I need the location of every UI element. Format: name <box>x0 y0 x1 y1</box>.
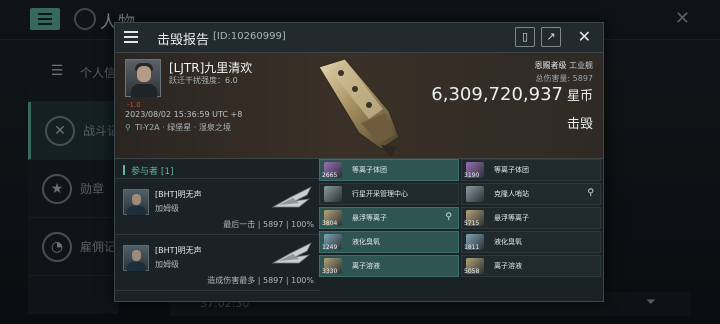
item-name: 等离子体团 <box>352 166 387 174</box>
item-name: 离子溶液 <box>352 262 380 270</box>
attacker-row[interactable]: [BHT]明无声 加姆级 造成伤害最多 | 5897 | 100% <box>115 237 320 291</box>
security-status: -1.0 <box>127 101 141 109</box>
item-row[interactable]: 3190 等离子体团 <box>461 159 601 181</box>
kill-id[interactable]: [ID:10260999] <box>213 31 286 42</box>
item-quantity: 5715 <box>464 220 480 227</box>
item-quantity: 2665 <box>322 172 338 179</box>
item-row[interactable]: 5058 离子溶液 <box>461 255 601 277</box>
item-location-icon: ⚲ <box>445 212 452 222</box>
attacker-name: [BHT]明无声 <box>155 246 202 255</box>
attacker-row[interactable]: [BHT]明无声 加姆级 最后一击 | 5897 | 100% <box>115 181 320 235</box>
victim-warp-strength: 跃迁干扰强度：6.0 <box>169 76 238 85</box>
attacker-stats: 造成伤害最多 | 5897 | 100% <box>207 276 314 285</box>
item-row[interactable]: 1811 液化臭氧 <box>461 231 601 253</box>
item-quantity: 1811 <box>464 244 480 251</box>
item-icon <box>466 186 484 202</box>
attacker-ship: 加姆级 <box>155 260 179 269</box>
item-row[interactable]: 行星开采管理中心 <box>319 183 459 205</box>
item-row[interactable]: 3804 悬浮等离子 ⚲ <box>319 207 459 229</box>
item-row[interactable]: 1249 液化臭氧 <box>319 231 459 253</box>
item-name: 行星开采管理中心 <box>352 190 408 198</box>
kill-timestamp: 2023/08/02 15:36:59 UTC +8 <box>125 110 243 119</box>
attacker-stats: 最后一击 | 5897 | 100% <box>223 220 314 229</box>
attacker-ship-image <box>271 186 312 208</box>
attacker-portrait[interactable] <box>123 245 149 271</box>
item-name: 悬浮等离子 <box>494 214 529 222</box>
total-damage: 总伤害量: 5897 <box>535 74 593 83</box>
attacker-name: [BHT]明无声 <box>155 190 202 199</box>
clipboard-icon[interactable]: ▯ <box>515 27 535 47</box>
item-name: 等离子体团 <box>494 166 529 174</box>
victim-ship-image[interactable] <box>311 53 405 159</box>
kill-result: 击毁 <box>566 117 593 132</box>
share-icon[interactable]: ↗ <box>541 27 561 47</box>
ship-class: 恩赐者级 工业舰 <box>534 61 593 70</box>
modal-header: 击毁报告 [ID:10260999] ▯ ↗ ✕ <box>115 23 603 53</box>
victim-portrait[interactable] <box>125 59 161 97</box>
victim-name[interactable]: [LJTR]九里清欢 <box>169 59 252 76</box>
item-quantity: 3190 <box>464 172 480 179</box>
location-pin-icon: ⚲ <box>125 123 131 132</box>
attacker-portrait[interactable] <box>123 189 149 215</box>
item-name: 液化臭氧 <box>494 238 522 246</box>
item-name: 悬浮等离子 <box>352 214 387 222</box>
item-name: 克隆人哨站 <box>494 190 529 198</box>
item-quantity: 1249 <box>322 244 338 251</box>
item-name: 离子溶液 <box>494 262 522 270</box>
item-row[interactable]: 克隆人哨站 ⚲ <box>461 183 601 205</box>
item-row[interactable]: 2665 等离子体团 <box>319 159 459 181</box>
item-row[interactable]: 5715 悬浮等离子 <box>461 207 601 229</box>
item-quantity: 3330 <box>322 268 338 275</box>
item-location-icon: ⚲ <box>587 188 594 198</box>
item-quantity: 5058 <box>464 268 480 275</box>
close-icon[interactable]: ✕ <box>578 27 591 46</box>
kill-report-modal: 击毁报告 [ID:10260999] ▯ ↗ ✕ [LJTR]九里清欢 跃迁干扰… <box>114 22 604 302</box>
attacker-ship-image <box>271 242 312 264</box>
item-quantity: 3804 <box>322 220 338 227</box>
attackers-header: 参与者 [1] <box>115 161 320 179</box>
item-row[interactable]: 3330 离子溶液 <box>319 255 459 277</box>
kill-location[interactable]: TI-Y2A · 绿堡星 · 湿泉之境 <box>135 122 231 133</box>
kill-summary: [LJTR]九里清欢 跃迁干扰强度：6.0 -1.0 2023/08/02 15… <box>115 53 603 159</box>
attacker-ship: 加姆级 <box>155 204 179 213</box>
modal-menu-icon[interactable] <box>121 28 143 46</box>
isk-value: 6,309,720,937 星币 <box>431 84 593 105</box>
item-icon <box>324 186 342 202</box>
modal-title: 击毁报告 <box>157 33 210 48</box>
item-name: 液化臭氧 <box>352 238 380 246</box>
